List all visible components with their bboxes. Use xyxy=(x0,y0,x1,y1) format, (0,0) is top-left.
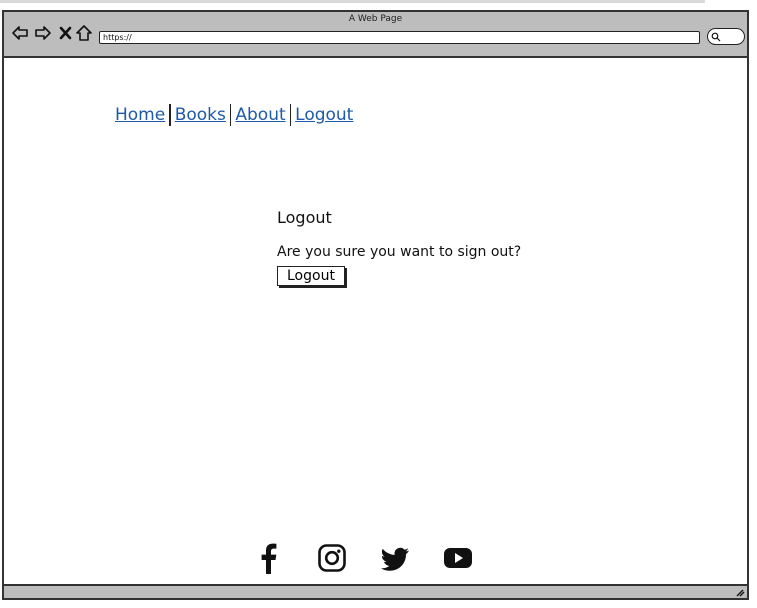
nav-link-logout[interactable]: Logout xyxy=(291,105,357,125)
browser-titlebar: A Web Page https:// xyxy=(4,12,747,58)
logout-button[interactable]: Logout xyxy=(277,266,345,286)
page-title: Logout xyxy=(277,208,332,227)
forward-arrow-icon[interactable] xyxy=(34,24,52,42)
logout-panel: Logout Are you sure you want to sign out… xyxy=(277,208,521,286)
stop-x-icon[interactable] xyxy=(57,24,75,42)
window-title: A Web Page xyxy=(348,14,403,24)
main-nav: Home Books About Logout xyxy=(113,104,357,126)
address-bar[interactable]: https:// xyxy=(99,31,700,44)
search-button[interactable] xyxy=(707,28,745,45)
resize-grip-icon[interactable] xyxy=(735,588,745,597)
search-icon xyxy=(711,32,721,42)
logout-message: Are you sure you want to sign out? xyxy=(277,244,522,260)
nav-link-home[interactable]: Home xyxy=(113,105,169,125)
twitter-icon[interactable] xyxy=(380,542,410,574)
nav-link-about[interactable]: About xyxy=(231,105,289,125)
browser-statusbar xyxy=(4,584,747,598)
page-content: Home Books About Logout Logout Are you s… xyxy=(4,58,747,584)
home-icon[interactable] xyxy=(75,24,93,42)
instagram-icon[interactable] xyxy=(317,542,347,574)
facebook-icon[interactable] xyxy=(254,542,284,574)
nav-link-books[interactable]: Books xyxy=(171,105,230,125)
youtube-icon[interactable] xyxy=(443,542,473,574)
browser-window: A Web Page https:// Home Books About Log… xyxy=(2,10,749,600)
social-links xyxy=(254,542,473,574)
back-arrow-icon[interactable] xyxy=(11,24,29,42)
top-edge xyxy=(0,0,705,3)
